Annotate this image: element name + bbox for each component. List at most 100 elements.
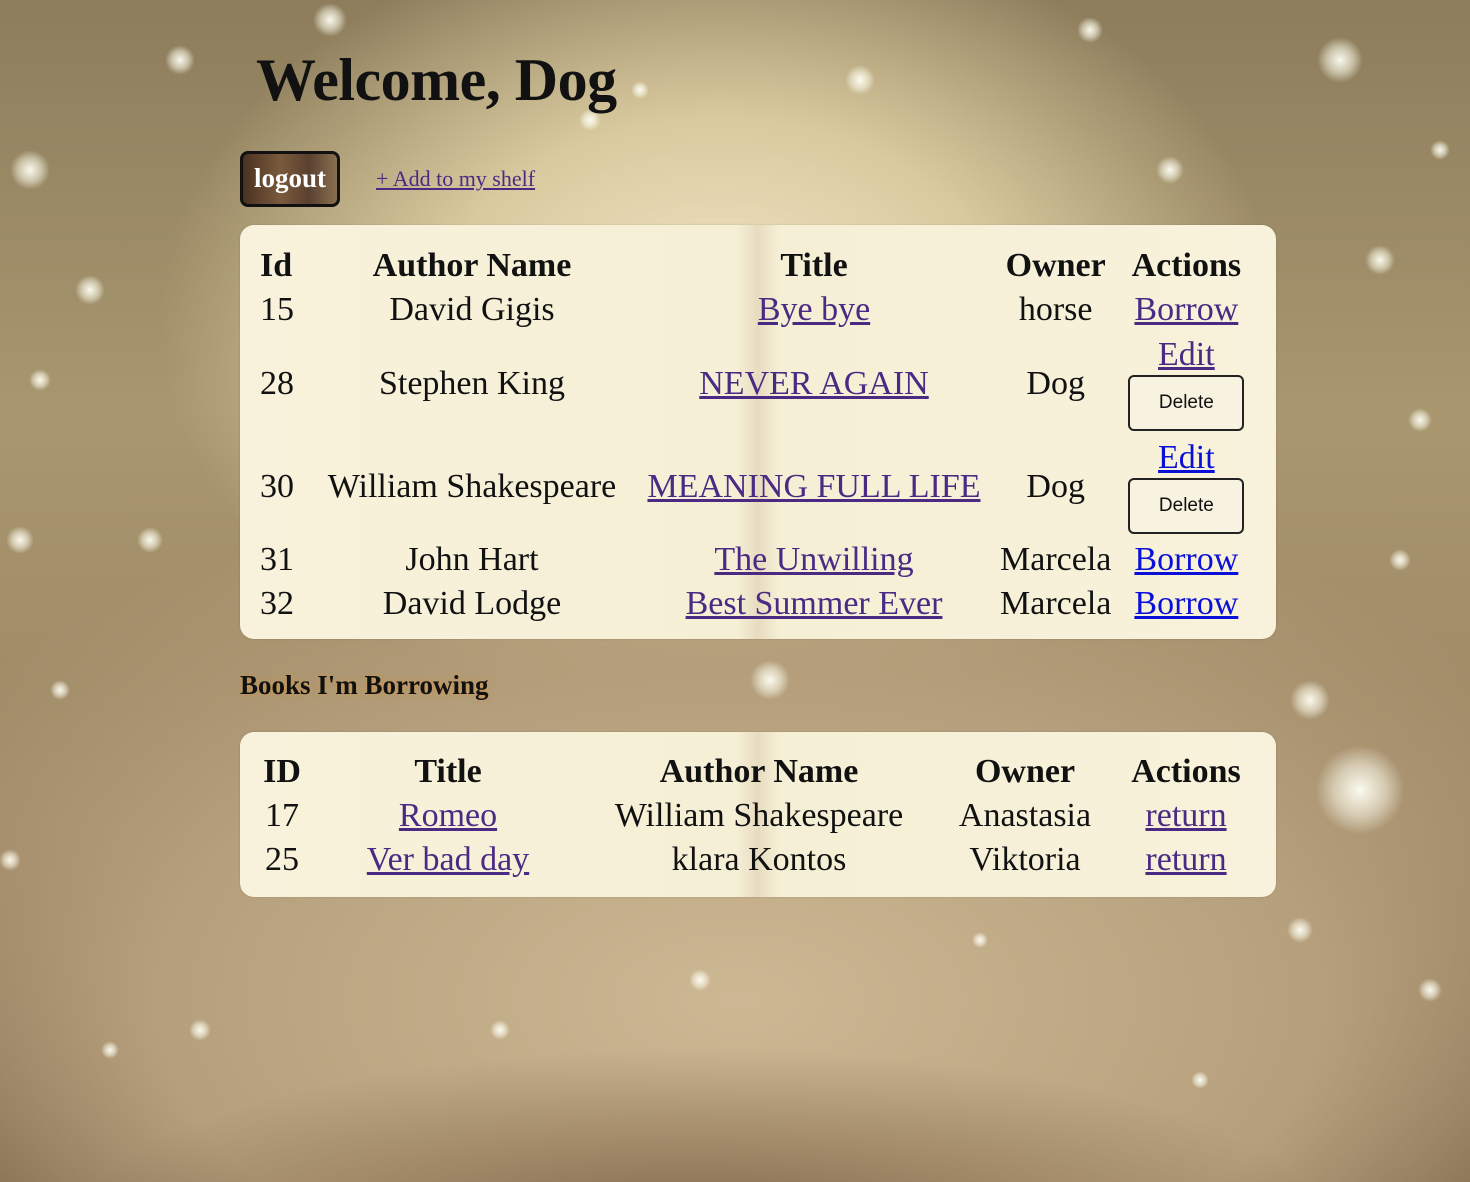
edit-link[interactable]: Edit xyxy=(1158,439,1215,477)
bokeh-sparkle xyxy=(29,369,51,391)
delete-button[interactable]: Delete xyxy=(1128,375,1245,431)
delete-button[interactable]: Delete xyxy=(1128,478,1245,534)
bokeh-sparkle xyxy=(1418,978,1442,1002)
actions-stack: Edit Delete xyxy=(1127,439,1245,534)
book-title-cell: MEANING FULL LIFE xyxy=(636,435,992,538)
column-header-actions: Actions xyxy=(1131,753,1241,790)
bokeh-sparkle xyxy=(50,680,70,700)
bokeh-sparkle xyxy=(1317,37,1363,83)
table-row: 32 David Lodge Best Summer Ever Marcela … xyxy=(252,582,1253,626)
bokeh-sparkle xyxy=(6,526,34,554)
actions-cell: Borrow xyxy=(1119,288,1253,332)
page-title: Welcome, Dog xyxy=(256,47,617,113)
actions-cell: Edit Delete xyxy=(1119,332,1253,435)
book-author: David Gigis xyxy=(389,291,555,328)
book-author: klara Kontos xyxy=(671,841,847,878)
bokeh-sparkle xyxy=(1389,549,1411,571)
bokeh-sparkle xyxy=(165,45,195,75)
shelf-header-row: Id Author Name Title Owner Actions xyxy=(252,244,1253,288)
book-owner: Viktoria xyxy=(969,841,1081,878)
borrow-link[interactable]: Borrow xyxy=(1134,541,1238,578)
actions-cell: Borrow xyxy=(1119,582,1253,626)
borrow-link[interactable]: Borrow xyxy=(1134,585,1238,622)
add-to-shelf-link[interactable]: + Add to my shelf xyxy=(376,166,535,192)
shelf-table: Id Author Name Title Owner Actions 15 Da… xyxy=(252,244,1253,626)
bokeh-sparkle xyxy=(631,81,649,99)
book-id: 28 xyxy=(260,364,294,402)
book-title-link[interactable]: Ver bad day xyxy=(367,841,529,878)
borrowing-table: ID Title Author Name Owner Actions 17 Ro… xyxy=(254,750,1254,882)
actions-stack: Edit Delete xyxy=(1127,336,1245,431)
borrowing-heading: Books I'm Borrowing xyxy=(240,670,489,700)
book-id: 31 xyxy=(260,541,294,578)
edit-link[interactable]: Edit xyxy=(1158,336,1215,374)
book-owner: Anastasia xyxy=(958,797,1092,834)
table-row: 28 Stephen King NEVER AGAIN Dog Edit Del… xyxy=(252,332,1253,435)
book-id: 17 xyxy=(265,797,299,834)
bokeh-sparkle xyxy=(313,3,347,37)
borrowing-header-row: ID Title Author Name Owner Actions xyxy=(254,750,1254,794)
bokeh-sparkle xyxy=(0,849,21,871)
book-id: 15 xyxy=(260,291,294,328)
logout-button[interactable]: logout xyxy=(240,151,340,207)
column-header-id: ID xyxy=(263,753,301,790)
shelf-panel: Id Author Name Title Owner Actions 15 Da… xyxy=(240,225,1276,639)
column-header-owner: Owner xyxy=(974,753,1076,790)
book-author: David Lodge xyxy=(382,585,562,622)
borrowing-panel: ID Title Author Name Owner Actions 17 Ro… xyxy=(240,732,1276,897)
column-header-actions: Actions xyxy=(1131,247,1242,284)
book-title-link[interactable]: NEVER AGAIN xyxy=(699,365,928,402)
bokeh-sparkle xyxy=(689,969,711,991)
bokeh-sparkle xyxy=(750,660,790,700)
book-author: Stephen King xyxy=(378,364,566,402)
bokeh-sparkle xyxy=(101,1041,119,1059)
actions-cell: Edit Delete xyxy=(1119,435,1253,538)
table-row: 30 William Shakespeare MEANING FULL LIFE… xyxy=(252,435,1253,538)
bokeh-sparkle xyxy=(1191,1071,1209,1089)
actions-cell: Borrow xyxy=(1119,538,1253,582)
actions-cell: return xyxy=(1118,838,1254,882)
return-link[interactable]: return xyxy=(1145,797,1226,834)
bokeh-sparkle xyxy=(490,1020,510,1040)
book-owner: Dog xyxy=(1026,467,1085,505)
table-row: 31 John Hart The Unwilling Marcela Borro… xyxy=(252,538,1253,582)
bokeh-sparkle xyxy=(10,150,50,190)
bokeh-sparkle xyxy=(1365,245,1395,275)
book-title-link[interactable]: Romeo xyxy=(399,797,497,834)
column-header-owner: Owner xyxy=(1005,247,1106,284)
column-header-title: Title xyxy=(414,753,482,790)
book-author: William Shakespeare xyxy=(614,797,904,834)
column-header-author: Author Name xyxy=(659,753,859,790)
table-row: 15 David Gigis Bye bye horse Borrow xyxy=(252,288,1253,332)
book-id: 25 xyxy=(265,841,299,878)
column-header-author: Author Name xyxy=(372,247,572,284)
bokeh-sparkle xyxy=(75,275,105,305)
book-title-link[interactable]: Best Summer Ever xyxy=(686,585,943,622)
book-title-link[interactable]: MEANING FULL LIFE xyxy=(647,468,980,505)
book-title-cell: The Unwilling xyxy=(636,538,992,582)
book-title-cell: NEVER AGAIN xyxy=(636,332,992,435)
bokeh-sparkle xyxy=(189,1019,211,1041)
book-title-cell: Romeo xyxy=(310,794,586,838)
book-title-link[interactable]: The Unwilling xyxy=(714,541,913,578)
bokeh-sparkle xyxy=(972,932,988,948)
book-author: William Shakespeare xyxy=(327,467,617,505)
book-author: John Hart xyxy=(405,541,539,578)
borrow-link[interactable]: Borrow xyxy=(1134,291,1238,328)
column-header-id: Id xyxy=(260,247,293,284)
book-owner: Marcela xyxy=(1000,541,1112,578)
bokeh-sparkle xyxy=(1408,408,1432,432)
book-owner: Dog xyxy=(1026,364,1085,402)
bokeh-sparkle xyxy=(1156,156,1184,184)
return-link[interactable]: return xyxy=(1145,841,1226,878)
book-owner: Marcela xyxy=(1000,585,1112,622)
bokeh-sparkle xyxy=(1290,680,1330,720)
book-id: 30 xyxy=(260,467,294,505)
bokeh-sparkle xyxy=(137,527,163,553)
bokeh-sparkle xyxy=(845,65,875,95)
book-title-cell: Best Summer Ever xyxy=(636,582,992,626)
table-row: 17 Romeo William Shakespeare Anastasia r… xyxy=(254,794,1254,838)
book-title-link[interactable]: Bye bye xyxy=(758,291,870,328)
book-id: 32 xyxy=(260,585,294,622)
book-owner: horse xyxy=(1018,291,1093,328)
